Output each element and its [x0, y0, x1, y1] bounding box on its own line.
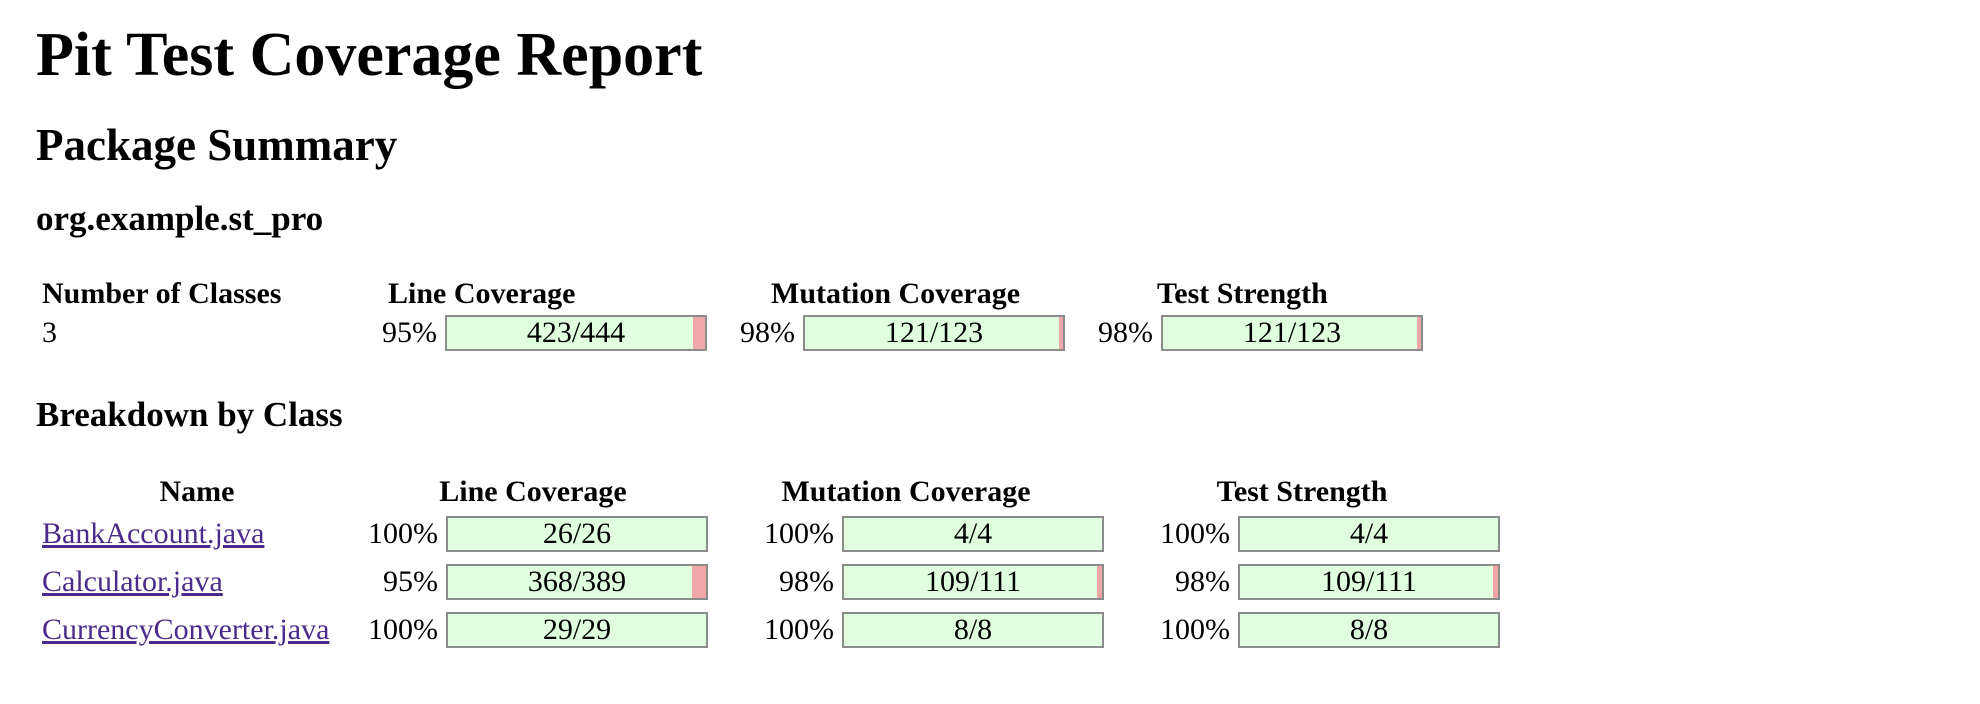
package-name: org.example.st_pro — [36, 199, 324, 238]
test-strength-pct: 100% — [1160, 613, 1230, 646]
header-line-coverage: Line Coverage — [439, 475, 627, 508]
header-name: Name — [159, 475, 235, 508]
mutation-coverage-pct: 100% — [764, 517, 834, 550]
class-name-cell: CurrencyConverter.java — [36, 606, 358, 654]
test-strength-cell: 109/111 — [1238, 558, 1500, 606]
line-coverage-cell: 26/26 — [446, 510, 708, 558]
header-mutation-coverage: Mutation Coverage — [771, 277, 1021, 310]
mutation-coverage-pct: 100% — [764, 613, 834, 646]
line-coverage-cell: 29/29 — [446, 606, 708, 654]
test-strength-pct: 98% — [1098, 316, 1153, 349]
mutation-coverage-label: 109/111 — [924, 565, 1022, 598]
test-strength-pct: 98% — [1175, 565, 1230, 598]
header-line-coverage: Line Coverage — [388, 277, 576, 310]
package-summary-heading: Package Summary — [36, 120, 398, 170]
line-coverage-bar: 423/444 — [445, 315, 707, 351]
header-number-of-classes: Number of Classes — [42, 277, 282, 310]
mutation-coverage-bar: 8/8 — [842, 612, 1104, 648]
line-coverage-label: 423/444 — [526, 316, 626, 349]
mutation-coverage-cell: 121/123 — [803, 312, 1065, 354]
line-coverage-label: 29/29 — [542, 613, 612, 646]
line-coverage-cell: 368/389 — [446, 558, 708, 606]
test-strength-cell: 121/123 — [1161, 312, 1423, 354]
header-test-strength: Test Strength — [1216, 475, 1388, 508]
breakdown-body: BankAccount.java 100% 26/26 100% 4/4 100… — [36, 510, 1500, 654]
line-coverage-bar: 368/389 — [446, 564, 708, 600]
table-row: Calculator.java 95% 368/389 98% 109/111 … — [36, 558, 1500, 606]
header-test-strength: Test Strength — [1157, 277, 1328, 310]
test-strength-pct: 100% — [1160, 517, 1230, 550]
test-strength-cell: 8/8 — [1238, 606, 1500, 654]
line-coverage-label: 368/389 — [527, 565, 627, 598]
mutation-coverage-pct: 98% — [740, 316, 795, 349]
line-coverage-cell: 423/444 — [445, 312, 707, 354]
test-strength-cell: 4/4 — [1238, 510, 1500, 558]
line-coverage-pct: 95% — [382, 316, 437, 349]
test-strength-bar: 4/4 — [1238, 516, 1500, 552]
mutation-coverage-label: 8/8 — [953, 613, 993, 646]
mutation-coverage-bar: 4/4 — [842, 516, 1104, 552]
class-link[interactable]: CurrencyConverter.java — [42, 613, 329, 646]
class-name-cell: Calculator.java — [36, 558, 358, 606]
test-strength-label: 8/8 — [1349, 613, 1389, 646]
breakdown-heading: Breakdown by Class — [36, 395, 343, 434]
line-coverage-pct: 100% — [368, 613, 438, 646]
page-title: Pit Test Coverage Report — [36, 21, 703, 89]
class-name-cell: BankAccount.java — [36, 510, 358, 558]
classes-count: 3 — [42, 316, 57, 349]
package-summary-table: Number of Classes Line Coverage Mutation… — [36, 276, 1423, 354]
class-link[interactable]: BankAccount.java — [42, 517, 264, 550]
header-mutation-coverage: Mutation Coverage — [781, 475, 1031, 508]
mutation-coverage-label: 121/123 — [884, 316, 984, 349]
report-page: Pit Test Coverage Report Package Summary… — [0, 0, 1980, 654]
line-coverage-label: 26/26 — [542, 517, 612, 550]
table-row: CurrencyConverter.java 100% 29/29 100% 8… — [36, 606, 1500, 654]
line-coverage-bar: 26/26 — [446, 516, 708, 552]
breakdown-table: Name Line Coverage Mutation Coverage Tes… — [36, 474, 1500, 654]
table-row: BankAccount.java 100% 26/26 100% 4/4 100… — [36, 510, 1500, 558]
mutation-coverage-label: 4/4 — [953, 517, 993, 550]
mutation-coverage-pct: 98% — [779, 565, 834, 598]
test-strength-label: 109/111 — [1320, 565, 1418, 598]
summary-row: 3 95% 423/444 98% 121/123 98% 121/123 — [36, 312, 1423, 354]
mutation-coverage-bar: 121/123 — [803, 315, 1065, 351]
line-coverage-pct: 100% — [368, 517, 438, 550]
test-strength-bar: 109/111 — [1238, 564, 1500, 600]
mutation-coverage-cell: 4/4 — [842, 510, 1104, 558]
test-strength-label: 121/123 — [1242, 316, 1342, 349]
test-strength-label: 4/4 — [1349, 517, 1389, 550]
test-strength-bar: 8/8 — [1238, 612, 1500, 648]
line-coverage-bar: 29/29 — [446, 612, 708, 648]
class-link[interactable]: Calculator.java — [42, 565, 223, 598]
mutation-coverage-bar: 109/111 — [842, 564, 1104, 600]
line-coverage-pct: 95% — [383, 565, 438, 598]
mutation-coverage-cell: 109/111 — [842, 558, 1104, 606]
mutation-coverage-cell: 8/8 — [842, 606, 1104, 654]
test-strength-bar: 121/123 — [1161, 315, 1423, 351]
